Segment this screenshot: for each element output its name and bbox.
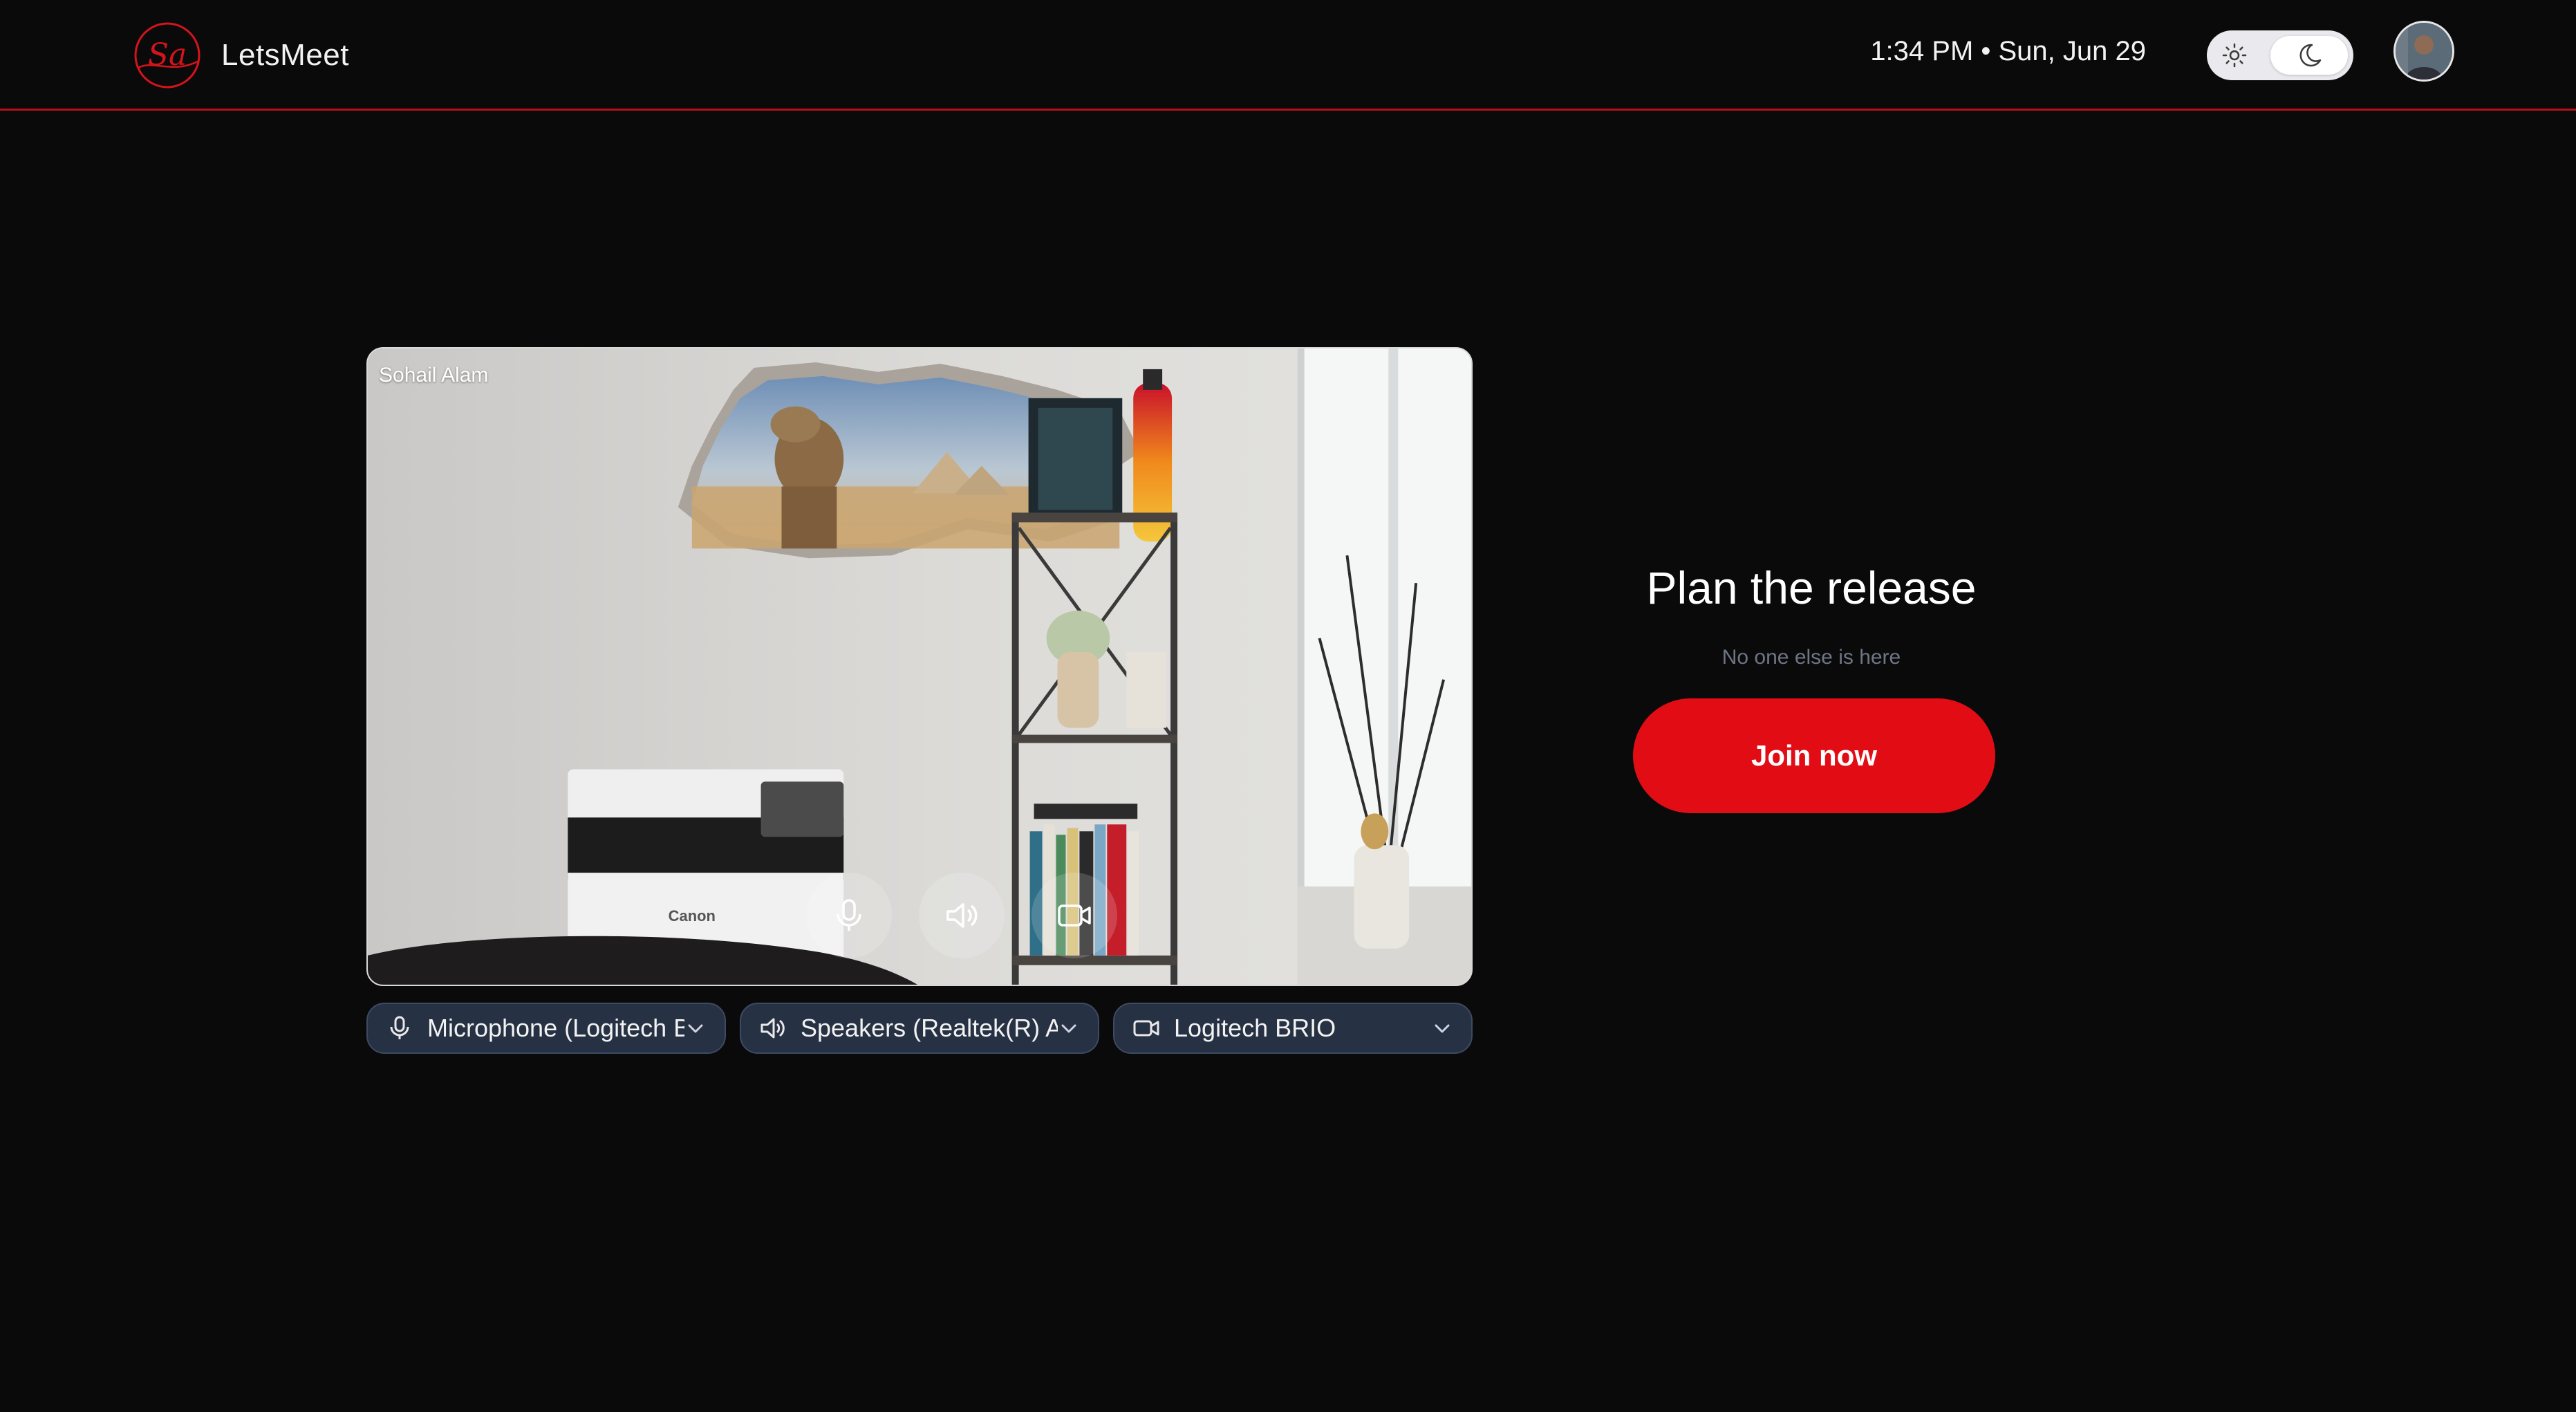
participants-status: No one else is here	[1721, 646, 1901, 669]
sun-icon	[2222, 43, 2247, 68]
app-logo-icon: Sa	[134, 22, 200, 89]
meeting-title: Plan the release	[1646, 562, 1977, 613]
microphone-icon	[837, 899, 861, 931]
speaker-icon	[946, 903, 978, 928]
avatar-photo	[2396, 23, 2452, 80]
theme-toggle[interactable]	[2207, 30, 2353, 80]
camera-select[interactable]: Logitech BRIO	[1113, 1003, 1473, 1054]
theme-toggle-knob	[2270, 36, 2348, 75]
microphone-select-value: Microphone (Logitech B	[427, 1014, 684, 1042]
brand[interactable]: Sa LetsMeet	[131, 21, 349, 90]
moon-icon	[2299, 44, 2322, 67]
speaker-icon	[760, 1018, 785, 1039]
participant-name: Sohail Alam	[379, 364, 489, 387]
toggle-microphone-button[interactable]	[806, 873, 892, 958]
top-bar: Sa LetsMeet 1:34 PM • Sun, Jun 29	[0, 0, 2576, 111]
camera-icon	[1058, 904, 1091, 927]
date-time: 1:34 PM • Sun, Jun 29	[1870, 36, 2146, 66]
app-name: LetsMeet	[221, 38, 349, 72]
speaker-select-value: Speakers (Realtek(R) Au	[801, 1014, 1058, 1042]
user-avatar[interactable]	[2393, 21, 2454, 82]
join-now-button[interactable]: Join now	[1633, 698, 1995, 813]
printer-brand: Canon	[669, 907, 716, 925]
toggle-speaker-button[interactable]	[919, 873, 1005, 958]
chevron-down-icon	[1435, 1024, 1450, 1033]
camera-select-value: Logitech BRIO	[1174, 1014, 1336, 1042]
toggle-camera-button[interactable]	[1032, 873, 1117, 958]
camera-preview: Canon Sohail Alam	[366, 347, 1473, 986]
camera-icon	[1133, 1020, 1159, 1037]
camera-feed-image: Canon	[368, 349, 1471, 985]
speaker-select[interactable]: Speakers (Realtek(R) Au	[740, 1003, 1099, 1054]
microphone-icon	[390, 1016, 409, 1039]
chevron-down-icon	[688, 1024, 703, 1033]
microphone-select[interactable]: Microphone (Logitech B	[366, 1003, 726, 1054]
chevron-down-icon	[1061, 1024, 1076, 1033]
